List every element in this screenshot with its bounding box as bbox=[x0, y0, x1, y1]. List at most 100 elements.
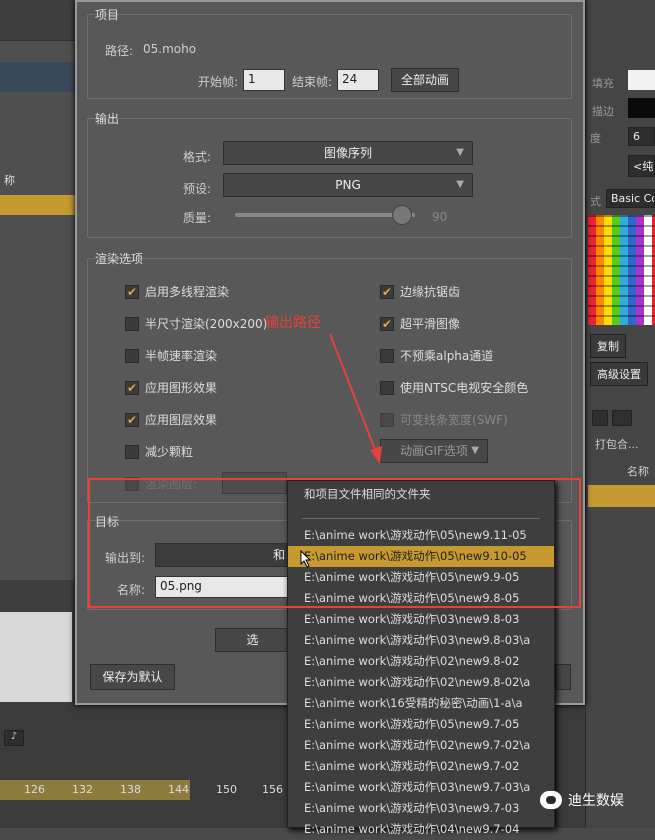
partial-button[interactable]: 选 bbox=[215, 628, 290, 652]
selected-layer-strip[interactable] bbox=[0, 195, 75, 215]
checkmark-icon: ✔ bbox=[380, 316, 394, 331]
checkbox-premultiply[interactable]: 不预乘alpha通道 bbox=[380, 347, 493, 364]
output-group-title: 输出 bbox=[95, 112, 120, 126]
dropdown-item[interactable]: E:\anime work\游戏动作\03\new9.7-03 bbox=[288, 798, 554, 819]
checkbox-label: 使用NTSC电视安全颜色 bbox=[400, 381, 529, 395]
highlight-box bbox=[88, 478, 581, 608]
width-field[interactable]: 6 bbox=[628, 127, 655, 146]
ruler-tick: 132 bbox=[72, 783, 93, 796]
quality-slider-handle[interactable] bbox=[392, 205, 412, 225]
dropdown-item[interactable]: E:\anime work\游戏动作\03\new9.7-03\a bbox=[288, 777, 554, 798]
dropdown-item[interactable]: E:\anime work\游戏动作\02\new9.7-02 bbox=[288, 756, 554, 777]
checkbox-label: 应用图形效果 bbox=[145, 381, 218, 395]
checkbox-label: 减少颗粒 bbox=[145, 445, 194, 459]
checkmark-icon: ✔ bbox=[380, 284, 394, 299]
layer-tool-icon[interactable] bbox=[592, 410, 608, 426]
ruler-tick: 126 bbox=[24, 783, 45, 796]
style-select[interactable]: Basic Co bbox=[606, 189, 655, 208]
checkbox-label: 应用图层效果 bbox=[145, 413, 218, 427]
format-label: 格式: bbox=[183, 150, 212, 164]
speaker-icon[interactable]: ♪ bbox=[4, 730, 24, 746]
dropdown-item[interactable]: E:\anime work\游戏动作\02\new9.7-02\a bbox=[288, 735, 554, 756]
format-select[interactable]: 图像序列 ▼ bbox=[223, 141, 473, 165]
dialog-right-button[interactable] bbox=[555, 664, 571, 690]
dropdown-item[interactable]: E:\anime work\游戏动作\03\new9.8-03\a bbox=[288, 630, 554, 651]
start-frame-label: 开始帧: bbox=[198, 75, 239, 89]
fill-swatch[interactable] bbox=[628, 70, 655, 90]
checkbox-box bbox=[125, 444, 139, 459]
timeline-canvas bbox=[0, 612, 72, 702]
checkbox-supersmooth[interactable]: ✔ 超平滑图像 bbox=[380, 315, 460, 332]
left-column-label: 称 bbox=[4, 174, 15, 187]
watermark-text: 迪生数娱 bbox=[568, 793, 624, 809]
stroke-swatch[interactable] bbox=[628, 98, 655, 118]
left-panel-header bbox=[0, 62, 75, 92]
end-frame-input[interactable]: 24 bbox=[337, 69, 379, 91]
ruler-tick: 156 bbox=[262, 783, 283, 796]
name-column-label: 名称 bbox=[627, 465, 649, 478]
gif-options-button[interactable]: 动画GIF选项 ▼ bbox=[380, 439, 488, 463]
ruler-tick: 138 bbox=[120, 783, 141, 796]
copy-button[interactable]: 复制 bbox=[590, 334, 626, 358]
checkbox-half-size[interactable]: 半尺寸渲染(200x200) bbox=[125, 315, 267, 332]
dropdown-item[interactable]: E:\anime work\16受精的秘密\动画\1-a\a bbox=[288, 693, 554, 714]
checkmark-icon: ✔ bbox=[125, 412, 139, 427]
dropdown-item[interactable]: E:\anime work\游戏动作\02\new9.8-02 bbox=[288, 651, 554, 672]
quality-slider-track[interactable] bbox=[235, 213, 415, 217]
project-group-title: 项目 bbox=[95, 8, 120, 22]
end-frame-label: 结束帧: bbox=[292, 75, 333, 89]
checkbox-label: 超平滑图像 bbox=[400, 317, 461, 331]
annotation-label: 输出路径 bbox=[265, 315, 321, 331]
new-layer-icon[interactable] bbox=[612, 410, 632, 426]
dropdown-item[interactable]: E:\anime work\游戏动作\04\new9.7-04 bbox=[288, 819, 554, 840]
dropdown-item[interactable]: E:\anime work\游戏动作\03\new9.8-03 bbox=[288, 609, 554, 630]
dropdown-item[interactable]: E:\anime work\游戏动作\05\new9.7-05 bbox=[288, 714, 554, 735]
layers-panel bbox=[0, 40, 75, 580]
palette-grid-overlay bbox=[588, 215, 655, 325]
render-group-title: 渲染选项 bbox=[95, 252, 144, 266]
checkbox-label: 可变线条宽度(SWF) bbox=[400, 413, 508, 427]
checkbox-label: 边缘抗锯齿 bbox=[400, 285, 461, 299]
checkbox-ntsc[interactable]: 使用NTSC电视安全颜色 bbox=[380, 379, 528, 396]
ruler-tick: 150 bbox=[216, 783, 237, 796]
quality-value: 90 bbox=[432, 210, 448, 224]
selected-row[interactable] bbox=[588, 485, 655, 507]
stroke-label: 描边 bbox=[592, 105, 614, 118]
blend-select[interactable]: <纯色 bbox=[628, 155, 655, 177]
all-animation-button[interactable]: 全部动画 bbox=[391, 68, 459, 92]
checkmark-icon: ✔ bbox=[125, 380, 139, 395]
checkbox-box bbox=[125, 348, 139, 363]
checkbox-half-framerate[interactable]: 半帧速率渲染 bbox=[125, 347, 217, 364]
checkbox-variable-line[interactable]: 可变线条宽度(SWF) bbox=[380, 411, 508, 428]
advanced-settings-button[interactable]: 高级设置 bbox=[590, 362, 648, 386]
format-select-value: 图像序列 bbox=[323, 146, 372, 160]
ruler-tick: 144 bbox=[168, 783, 189, 796]
checkbox-layer-effects[interactable]: ✔ 应用图层效果 bbox=[125, 411, 217, 428]
style-label: 式 bbox=[590, 195, 601, 208]
preset-select[interactable]: PNG ▼ bbox=[223, 173, 473, 197]
checkbox-multithread[interactable]: ✔ 启用多线程渲染 bbox=[125, 283, 229, 300]
package-label: 打包合... bbox=[595, 438, 639, 451]
start-frame-input[interactable]: 1 bbox=[243, 69, 285, 91]
preset-select-value: PNG bbox=[335, 178, 361, 192]
gif-options-label: 动画GIF选项 bbox=[400, 444, 468, 458]
checkbox-antialias[interactable]: ✔ 边缘抗锯齿 bbox=[380, 283, 460, 300]
quality-label: 质量: bbox=[183, 211, 212, 225]
chevron-down-icon: ▼ bbox=[456, 179, 464, 190]
checkbox-box bbox=[125, 316, 139, 331]
checkmark-icon: ✔ bbox=[125, 284, 139, 299]
checkbox-label: 不预乘alpha通道 bbox=[400, 349, 494, 363]
checkbox-label: 半帧速率渲染 bbox=[145, 349, 218, 363]
dropdown-item[interactable]: E:\anime work\游戏动作\02\new9.8-02\a bbox=[288, 672, 554, 693]
checkbox-label: 半尺寸渲染(200x200) bbox=[145, 317, 268, 331]
fill-label: 填充 bbox=[592, 77, 614, 90]
chevron-down-icon: ▼ bbox=[456, 147, 464, 158]
chevron-down-icon: ▼ bbox=[471, 445, 479, 456]
checkbox-reduce-grain[interactable]: 减少颗粒 bbox=[125, 443, 193, 460]
wechat-icon bbox=[540, 791, 562, 809]
watermark: 迪生数娱 bbox=[540, 790, 624, 810]
path-label: 路径: bbox=[105, 44, 134, 58]
annotation-arrow-icon bbox=[329, 333, 382, 464]
checkbox-shape-effects[interactable]: ✔ 应用图形效果 bbox=[125, 379, 217, 396]
save-as-default-button[interactable]: 保存为默认 bbox=[90, 664, 175, 690]
